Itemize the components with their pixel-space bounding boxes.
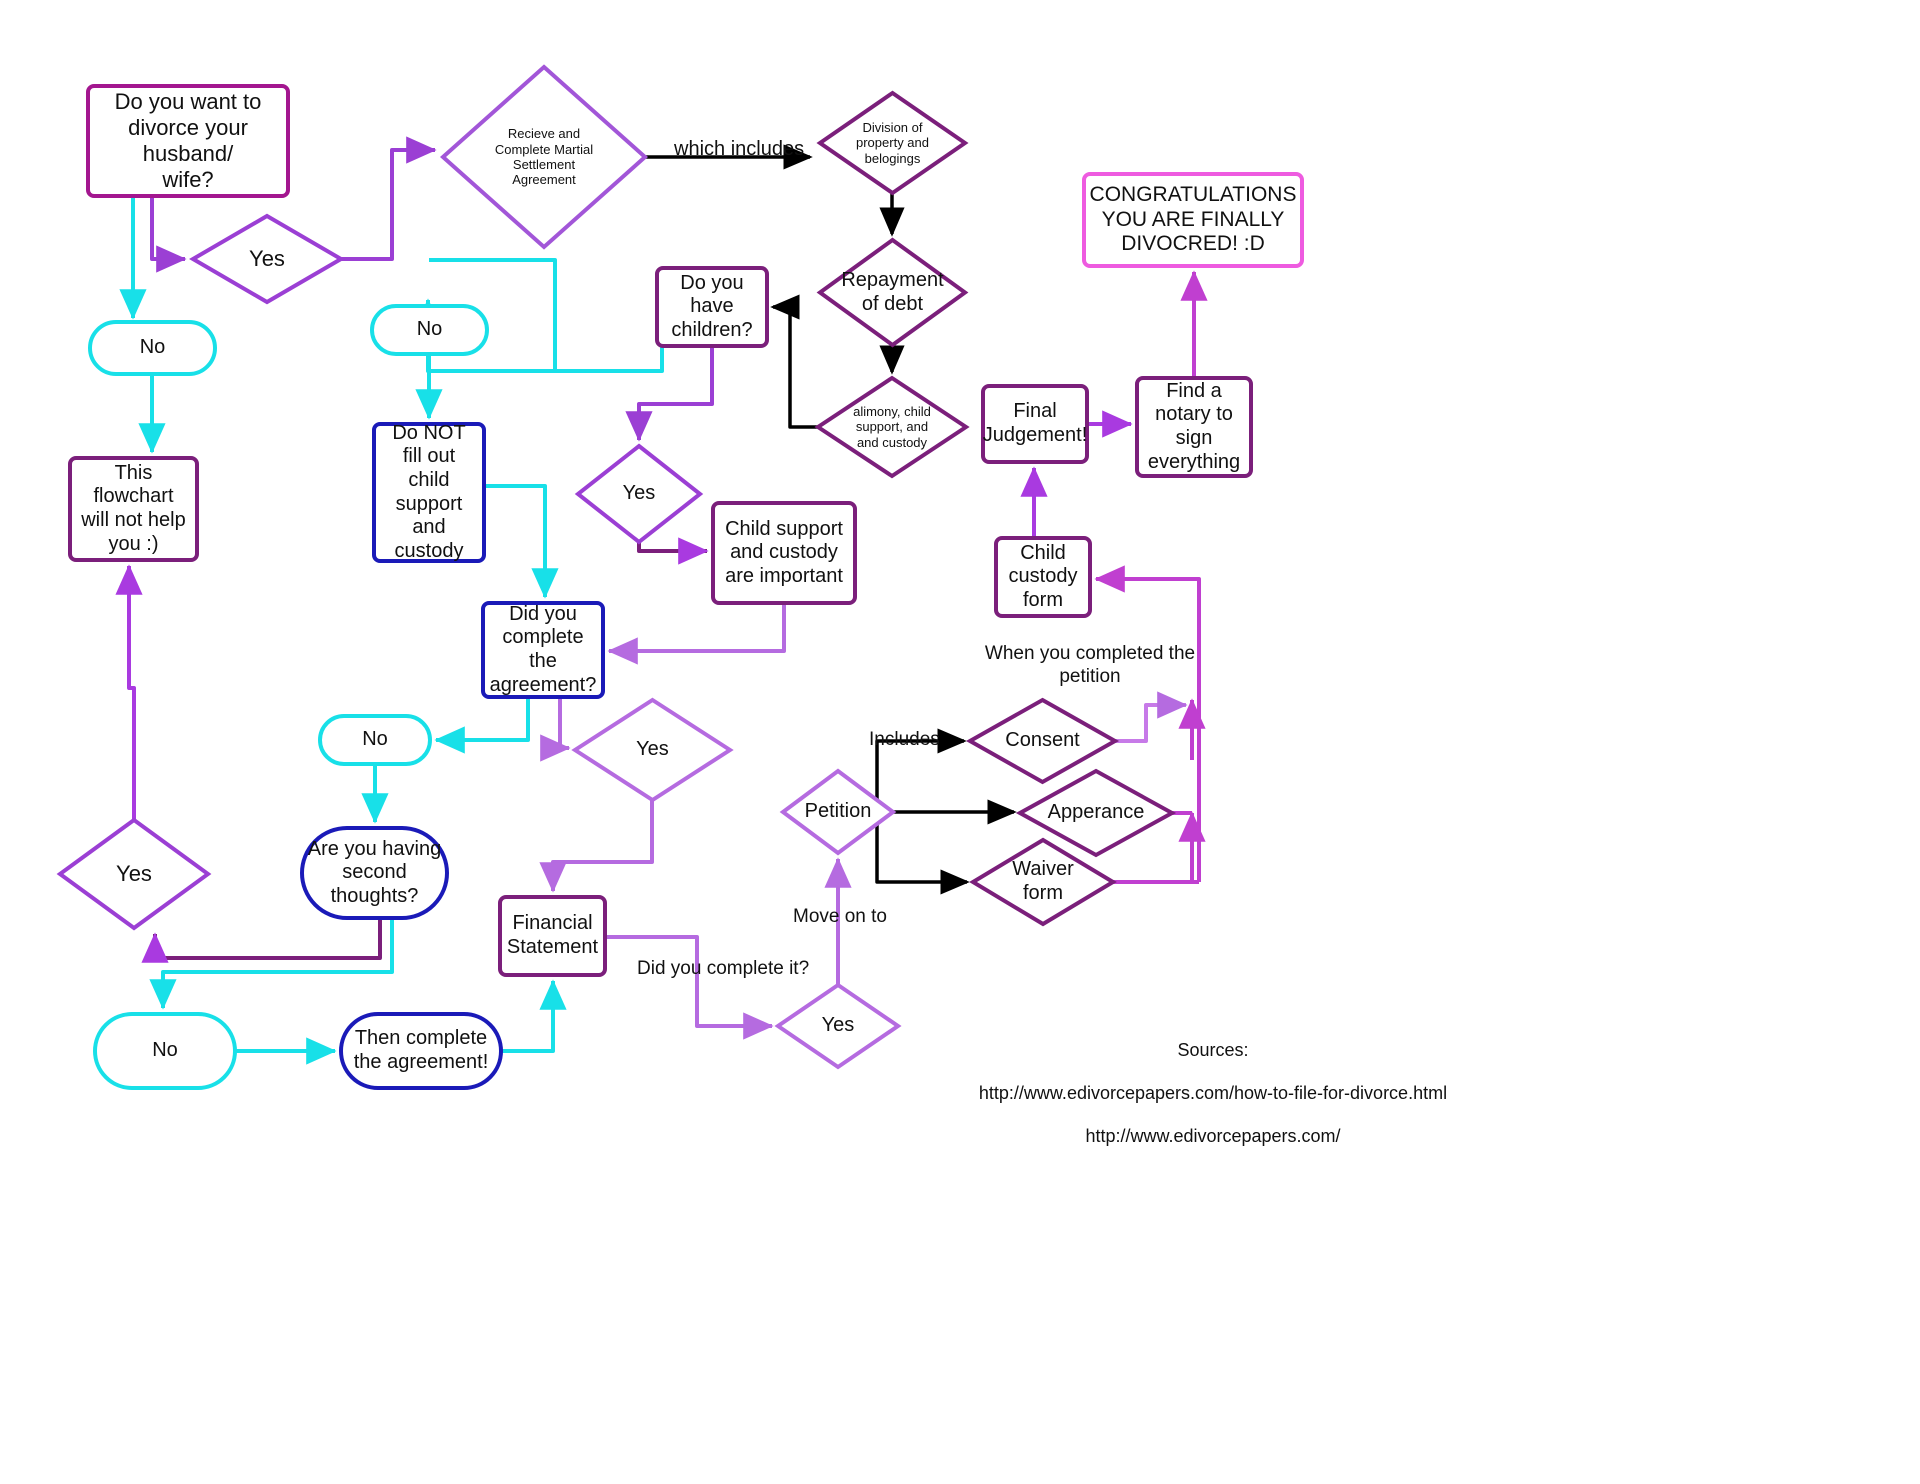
source-link-2[interactable]: http://www.edivorcepapers.com/ [963, 1126, 1463, 1148]
sources-block: Sources: http://www.edivorcepapers.com/h… [963, 1018, 1463, 1169]
node-shape-childimportant [711, 501, 857, 605]
node-shape-donotfill [372, 422, 486, 563]
edge-label-which-includes: which includes [674, 138, 805, 160]
node-shape-custodyform [994, 536, 1092, 618]
node-shape-children [655, 266, 769, 348]
node-shape-didcomplete_yes [774, 982, 902, 1070]
node-shape-notary [1135, 376, 1253, 478]
node-shape-left_no [93, 1012, 237, 1090]
edge-label-did-you-complete-it: Did you complete it? [637, 958, 810, 979]
node-shape-petition [779, 768, 897, 856]
flowchart-nodes [56, 64, 1304, 1090]
node-shape-start_yes [189, 213, 345, 305]
source-link-1[interactable]: http://www.edivorcepapers.com/how-to-fil… [963, 1083, 1463, 1105]
node-shape-congrats [1082, 172, 1304, 268]
node-shape-consent [965, 697, 1120, 785]
node-shape-thencomplete [339, 1012, 503, 1090]
node-shape-left_yes [56, 817, 212, 931]
node-shape-start_no [88, 320, 217, 376]
node-shape-msa_no [370, 304, 489, 356]
node-shape-start [86, 84, 290, 198]
node-shape-alimony [814, 375, 970, 479]
node-shape-children_yes [574, 443, 704, 545]
edge-label-move-on-to: Move on to [793, 906, 887, 927]
node-shape-msa [439, 64, 649, 250]
node-shape-nohelp [68, 456, 199, 562]
node-shape-finaljudgement [981, 384, 1089, 464]
node-shape-secondthoughts [300, 826, 449, 920]
flowchart-canvas: Do you want to divorce your husband/ wif… [0, 0, 1920, 1484]
node-shape-agree_no [318, 714, 432, 766]
node-shape-repayment [816, 237, 969, 348]
node-shape-financial [498, 895, 607, 977]
edge-label-when-you-completed-the-petition: When you completed the petition [984, 643, 1196, 687]
node-shape-division [816, 90, 969, 196]
node-shape-agree_yes [571, 697, 734, 803]
sources-heading: Sources: [1177, 1039, 1249, 1060]
edge-label-includes: Includes [869, 729, 940, 750]
node-shape-didcomplete [481, 601, 605, 699]
